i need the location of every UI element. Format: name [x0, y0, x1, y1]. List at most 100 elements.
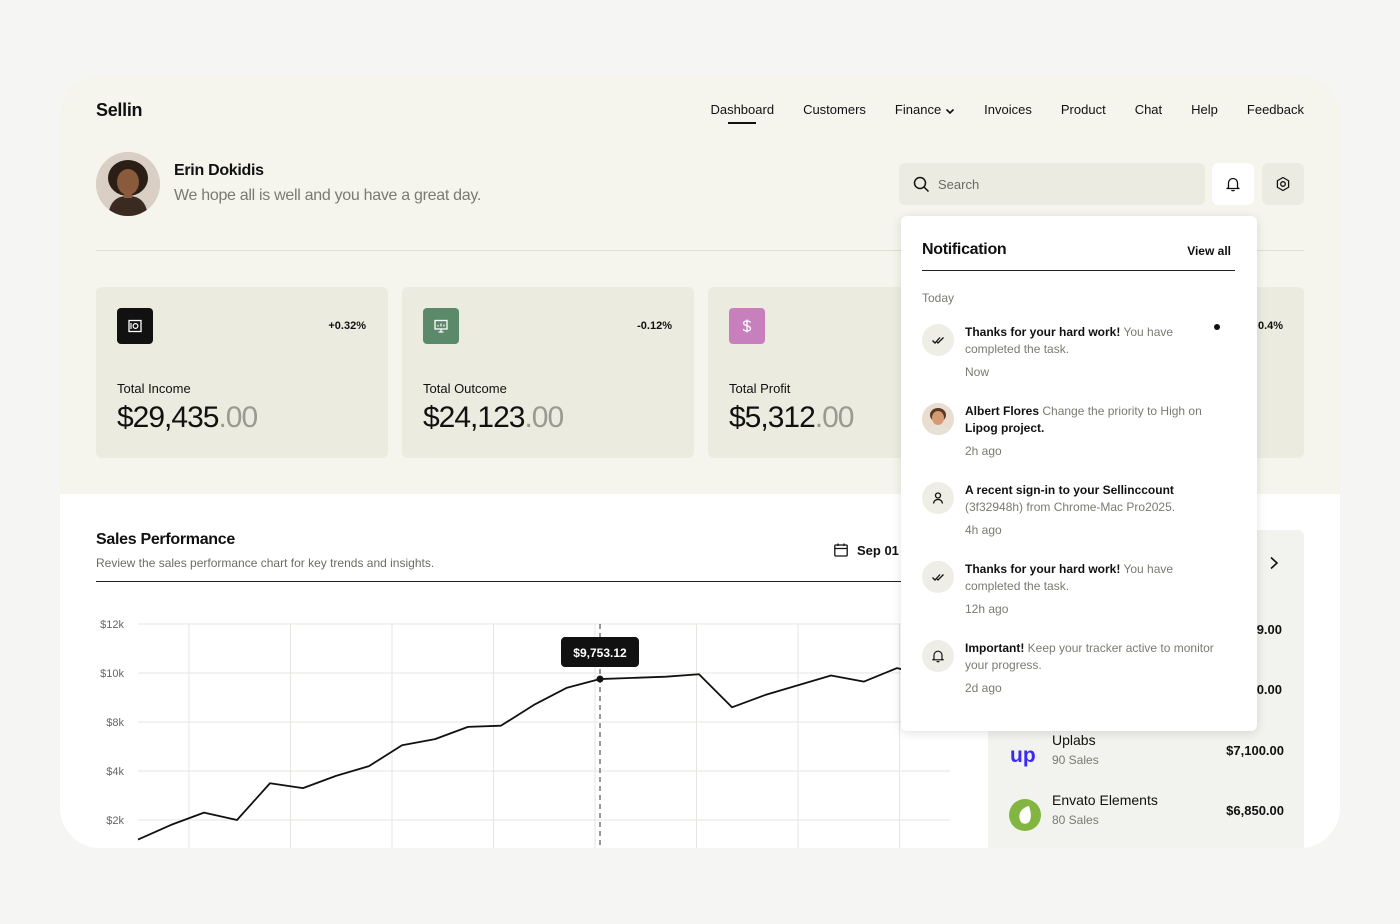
nav-customers[interactable]: Customers: [803, 102, 866, 117]
seller-sales: 80 Sales: [1052, 813, 1099, 827]
calendar-icon: [834, 543, 848, 557]
notification-body: (3f32948h) from Chrome-Mac Pro2025.: [965, 500, 1176, 514]
chevron-right-icon[interactable]: [1268, 556, 1280, 570]
notifications-button[interactable]: [1212, 163, 1254, 205]
stat-card-outcome[interactable]: -0.12% Total Outcome $24,123.00: [402, 287, 694, 458]
section-title: Sales Performance: [96, 531, 235, 548]
bell-icon: [1226, 177, 1240, 192]
uplabs-logo-icon: up: [1008, 738, 1042, 772]
y-tick-label: $4k: [106, 766, 124, 778]
stat-label: Total Profit: [729, 381, 791, 396]
search-input[interactable]: [938, 176, 1178, 192]
app-logo[interactable]: Sellin: [96, 100, 143, 121]
main-nav: Dashboard Customers Finance Invoices Pro…: [710, 102, 1304, 124]
stat-card-partial[interactable]: [1250, 287, 1304, 458]
notification-text: A recent sign-in to your Sellinccount (3…: [965, 482, 1215, 516]
y-tick-label: $12k: [100, 619, 124, 631]
seller-amount: $6,850.00: [1226, 803, 1284, 818]
notification-section-label: Today: [922, 291, 955, 305]
gear-icon: [1276, 176, 1290, 192]
stat-value: $29,435.00: [117, 401, 258, 435]
seller-name: Uplabs: [1052, 732, 1096, 748]
search-icon: [913, 176, 930, 192]
seller-row[interactable]: Envato Elements 80 Sales $6,850.00: [1008, 792, 1284, 836]
notification-text: Thanks for your hard work! You have comp…: [965, 561, 1215, 595]
notification-divider: [922, 270, 1235, 271]
tooltip-value: $9,753.12: [573, 646, 627, 660]
double-check-icon: [922, 561, 954, 593]
notification-bold: A recent sign-in to your Sellinccount: [965, 483, 1174, 497]
stat-value-cents: .00: [814, 401, 855, 434]
svg-text:up: up: [1010, 744, 1036, 767]
nav-chat[interactable]: Chat: [1135, 102, 1162, 117]
double-check-icon: [922, 324, 954, 356]
stat-label: Total Income: [117, 381, 191, 396]
notification-text: Thanks for your hard work! You have comp…: [965, 324, 1215, 358]
notification-bold: Important!: [965, 641, 1025, 655]
stat-change: 0.4%: [1258, 320, 1284, 332]
seller-amount: $7,100.00: [1226, 743, 1284, 758]
seller-amount-partial: 0.00: [1256, 682, 1282, 697]
notification-time: 2d ago: [965, 681, 1002, 695]
view-all-link[interactable]: View all: [1187, 244, 1231, 258]
user-avatar[interactable]: [96, 152, 160, 216]
stat-card-income[interactable]: +0.32% Total Income $29,435.00: [96, 287, 388, 458]
seller-name: Envato Elements: [1052, 792, 1158, 808]
stat-label: Total Outcome: [423, 381, 507, 396]
stat-change: +0.32%: [328, 320, 366, 332]
notification-bold: Albert Flores: [965, 404, 1040, 418]
seller-sales: 90 Sales: [1052, 753, 1099, 767]
y-tick-label: $10k: [100, 668, 124, 680]
search-bar[interactable]: [899, 163, 1205, 205]
notification-body: Change the priority to High on: [1039, 404, 1202, 418]
stat-value-whole: $24,123: [423, 401, 525, 434]
presentation-icon: [423, 308, 459, 344]
y-tick-label: $8k: [106, 717, 124, 729]
settings-button[interactable]: [1262, 163, 1304, 205]
stat-value: $24,123.00: [423, 401, 564, 435]
section-divider: [96, 581, 962, 582]
seller-row[interactable]: up Uplabs 90 Sales $7,100.00: [1008, 732, 1284, 776]
sales-chart[interactable]: $12k $10k $8k $4k $2k $9,753.12: [88, 606, 958, 848]
notification-dropdown: Notification View all Today Thanks for y…: [901, 216, 1257, 731]
notification-text: Important! Keep your tracker active to m…: [965, 640, 1215, 674]
notification-text: Albert Flores Change the priority to Hig…: [965, 403, 1215, 437]
notification-time: 2h ago: [965, 444, 1002, 458]
notification-bold: Thanks for your hard work!: [965, 562, 1121, 576]
date-range-picker[interactable]: Sep 01 -: [833, 542, 907, 558]
nav-finance-label: Finance: [894, 102, 942, 117]
notification-bold: Thanks for your hard work!: [965, 325, 1121, 339]
nav-finance[interactable]: Finance: [895, 102, 955, 117]
notification-title: Notification: [922, 241, 1007, 258]
user-name: Erin Dokidis: [174, 162, 264, 179]
highlight-point: [596, 675, 604, 683]
notification-time: 4h ago: [965, 523, 1002, 537]
safe-icon: [117, 308, 153, 344]
stat-value-whole: $29,435: [117, 401, 219, 434]
nav-feedback[interactable]: Feedback: [1247, 102, 1304, 117]
notification-time: Now: [965, 365, 990, 379]
nav-help[interactable]: Help: [1191, 102, 1218, 117]
y-tick-label: $2k: [106, 815, 124, 827]
envato-logo-icon: [1008, 798, 1042, 832]
avatar-image: [96, 152, 160, 216]
section-subtitle: Review the sales performance chart for k…: [96, 556, 435, 570]
date-range-text: Sep 01 -: [857, 542, 907, 558]
series-line: [137, 667, 931, 841]
greeting-text: We hope all is well and you have a great…: [174, 187, 481, 204]
stat-value-whole: $5,312: [729, 401, 816, 434]
stat-value-cents: .00: [524, 401, 564, 434]
unread-dot: [1214, 324, 1220, 330]
stat-value-cents: .00: [218, 401, 258, 434]
nav-dashboard[interactable]: Dashboard: [710, 102, 774, 124]
nav-product[interactable]: Product: [1061, 102, 1106, 117]
stat-value: $5,312.00: [729, 401, 855, 435]
avatar: [922, 403, 954, 435]
dollar-icon: [729, 308, 765, 344]
nav-invoices[interactable]: Invoices: [984, 102, 1032, 117]
notification-bold: Lipog project.: [965, 421, 1045, 435]
bell-icon: [922, 640, 954, 672]
notification-time: 12h ago: [965, 602, 1009, 616]
chevron-down-icon: [946, 108, 955, 114]
stat-change: -0.12%: [637, 320, 672, 332]
